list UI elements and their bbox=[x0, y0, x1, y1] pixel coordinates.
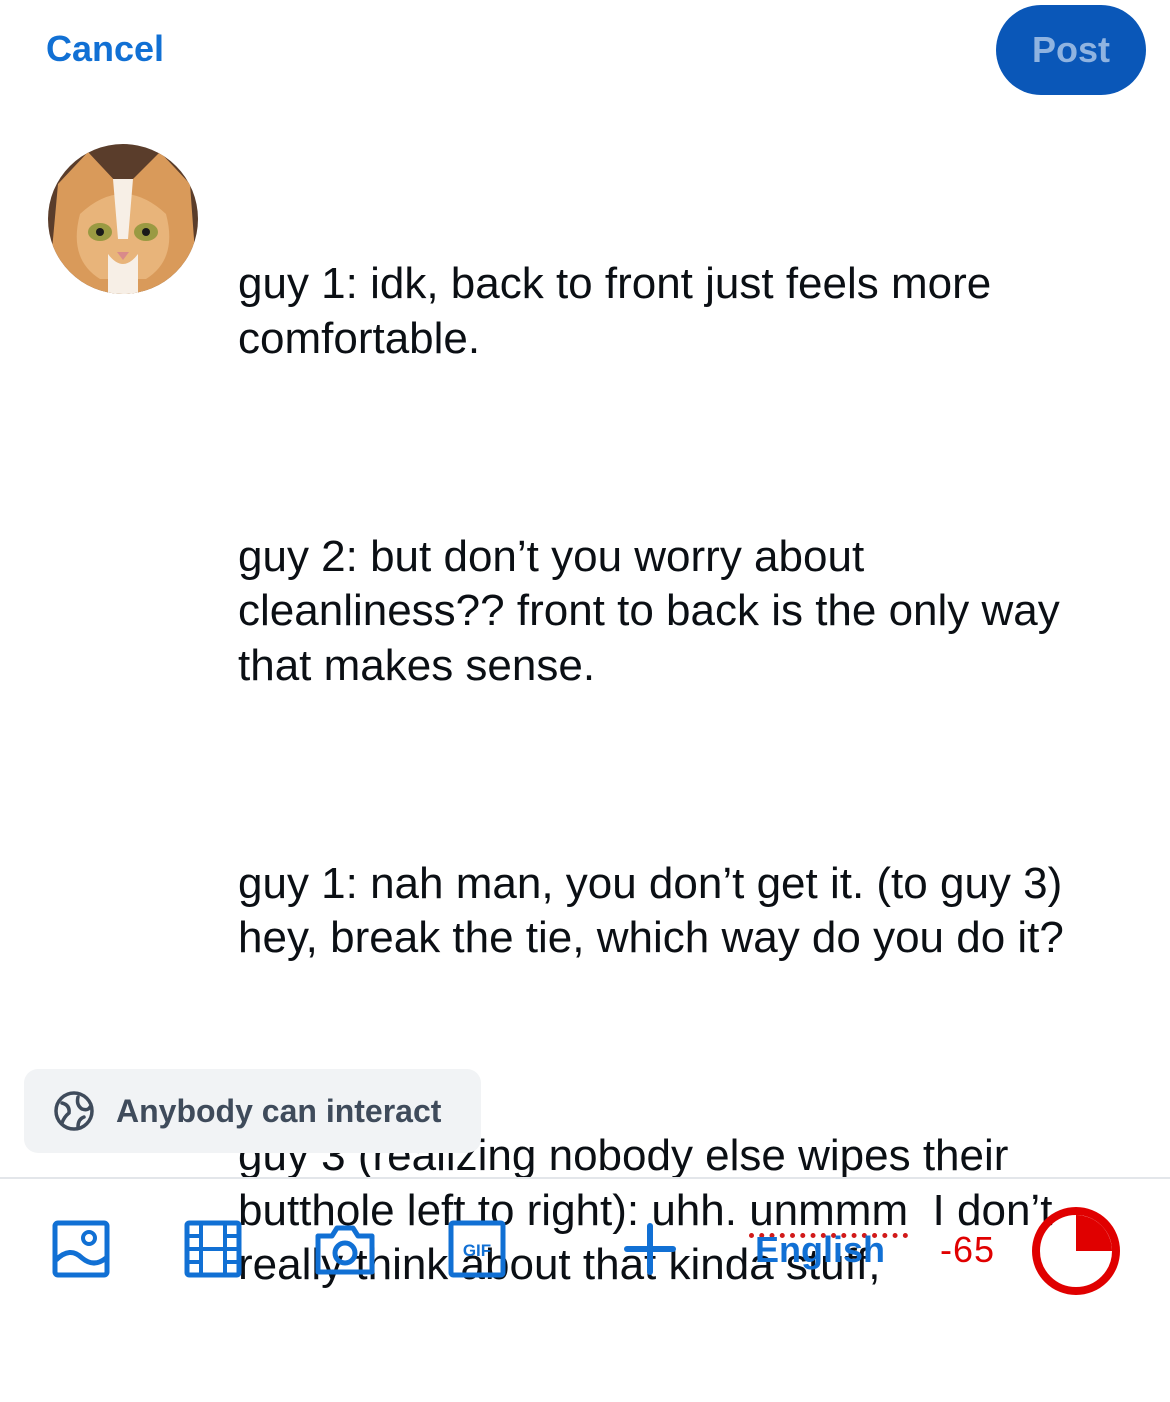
plus-icon bbox=[624, 1223, 676, 1275]
paragraph-3: guy 1: nah man, you don’t get it. (to gu… bbox=[238, 858, 1075, 963]
paragraph-2: guy 2: but don’t you worry about cleanli… bbox=[238, 531, 1073, 690]
avatar bbox=[48, 144, 198, 294]
camera-icon bbox=[315, 1225, 375, 1275]
misspelled-word[interactable]: unmmm bbox=[749, 1186, 908, 1235]
globe-icon bbox=[54, 1091, 94, 1131]
char-count: -65 bbox=[940, 1229, 996, 1270]
language-selector[interactable]: English bbox=[755, 1229, 885, 1271]
post-text-input[interactable]: guy 1: idk, back to front just feels mor… bbox=[238, 148, 1118, 1402]
toolbar-divider bbox=[0, 1177, 1170, 1179]
gif-label: GIF bbox=[463, 1241, 491, 1260]
interaction-label: Anybody can interact bbox=[116, 1092, 442, 1129]
image-icon bbox=[52, 1220, 110, 1278]
interaction-settings-button[interactable]: Anybody can interact bbox=[24, 1069, 481, 1153]
add-image-button[interactable] bbox=[50, 1218, 112, 1280]
add-video-button[interactable] bbox=[182, 1218, 244, 1280]
add-gif-button[interactable]: GIF bbox=[446, 1218, 508, 1280]
post-button[interactable]: Post bbox=[996, 5, 1146, 95]
take-photo-button[interactable] bbox=[314, 1218, 376, 1280]
char-progress-ring bbox=[1032, 1207, 1120, 1295]
gif-icon: GIF bbox=[448, 1220, 506, 1278]
add-thread-post-button[interactable] bbox=[619, 1218, 681, 1280]
video-icon bbox=[184, 1220, 242, 1278]
cancel-button[interactable]: Cancel bbox=[46, 28, 164, 70]
paragraph-1: guy 1: idk, back to front just feels mor… bbox=[238, 259, 1004, 363]
